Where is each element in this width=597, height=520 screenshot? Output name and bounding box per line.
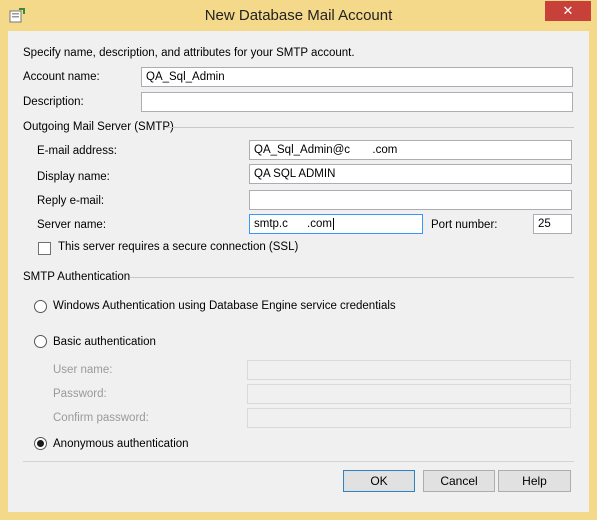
intro-text: Specify name, description, and attribute…: [23, 47, 355, 59]
text-caret: [332, 217, 334, 230]
server-name-label: Server name:: [37, 219, 107, 231]
basic-auth-label[interactable]: Basic authentication: [53, 336, 156, 348]
dialog-window: New Database Mail Account ✕ Specify name…: [0, 0, 597, 520]
confirm-password-input[interactable]: [247, 408, 571, 428]
description-input[interactable]: [141, 92, 573, 112]
radio-selected-dot: [37, 440, 44, 447]
close-button[interactable]: ✕: [545, 1, 591, 21]
windows-auth-radio[interactable]: [34, 300, 47, 313]
ssl-checkbox-label[interactable]: This server requires a secure connection…: [58, 241, 298, 253]
email-address-input[interactable]: QA_Sql_Admin@c .com: [249, 140, 572, 160]
windows-auth-label[interactable]: Windows Authentication using Database En…: [53, 300, 396, 312]
port-number-label: Port number:: [431, 219, 498, 231]
smtp-section-label: Outgoing Mail Server (SMTP): [23, 121, 174, 133]
account-name-label: Account name:: [23, 71, 100, 83]
anonymous-auth-label[interactable]: Anonymous authentication: [53, 438, 189, 450]
server-name-input[interactable]: smtp.c .com: [249, 214, 423, 234]
smtp-auth-section-label: SMTP Authentication: [23, 271, 131, 283]
help-button[interactable]: Help: [498, 470, 571, 492]
password-label: Password:: [53, 388, 107, 400]
port-number-input[interactable]: 25: [533, 214, 572, 234]
reply-email-input[interactable]: [249, 190, 572, 210]
smtp-section-divider: [166, 127, 574, 128]
email-address-label: E-mail address:: [37, 145, 117, 157]
display-name-label: Display name:: [37, 171, 110, 183]
title-bar[interactable]: New Database Mail Account ✕: [0, 0, 597, 30]
ssl-checkbox[interactable]: [38, 242, 51, 255]
cancel-button[interactable]: Cancel: [423, 470, 495, 492]
close-icon: ✕: [562, 3, 574, 18]
account-name-input[interactable]: QA_Sql_Admin: [141, 67, 573, 87]
confirm-password-label: Confirm password:: [53, 412, 149, 424]
anonymous-auth-radio[interactable]: [34, 437, 47, 450]
display-name-input[interactable]: QA SQL ADMIN: [249, 164, 572, 184]
description-label: Description:: [23, 96, 84, 108]
user-name-label: User name:: [53, 364, 113, 376]
server-name-value: smtp.c .com: [254, 218, 332, 230]
basic-auth-radio[interactable]: [34, 335, 47, 348]
dialog-body: Specify name, description, and attribute…: [8, 31, 589, 512]
footer-divider: [23, 461, 574, 462]
reply-email-label: Reply e-mail:: [37, 195, 105, 207]
password-input[interactable]: [247, 384, 571, 404]
ok-button[interactable]: OK: [343, 470, 415, 492]
smtp-auth-section-divider: [130, 277, 574, 278]
window-title: New Database Mail Account: [204, 7, 393, 24]
user-name-input[interactable]: [247, 360, 571, 380]
